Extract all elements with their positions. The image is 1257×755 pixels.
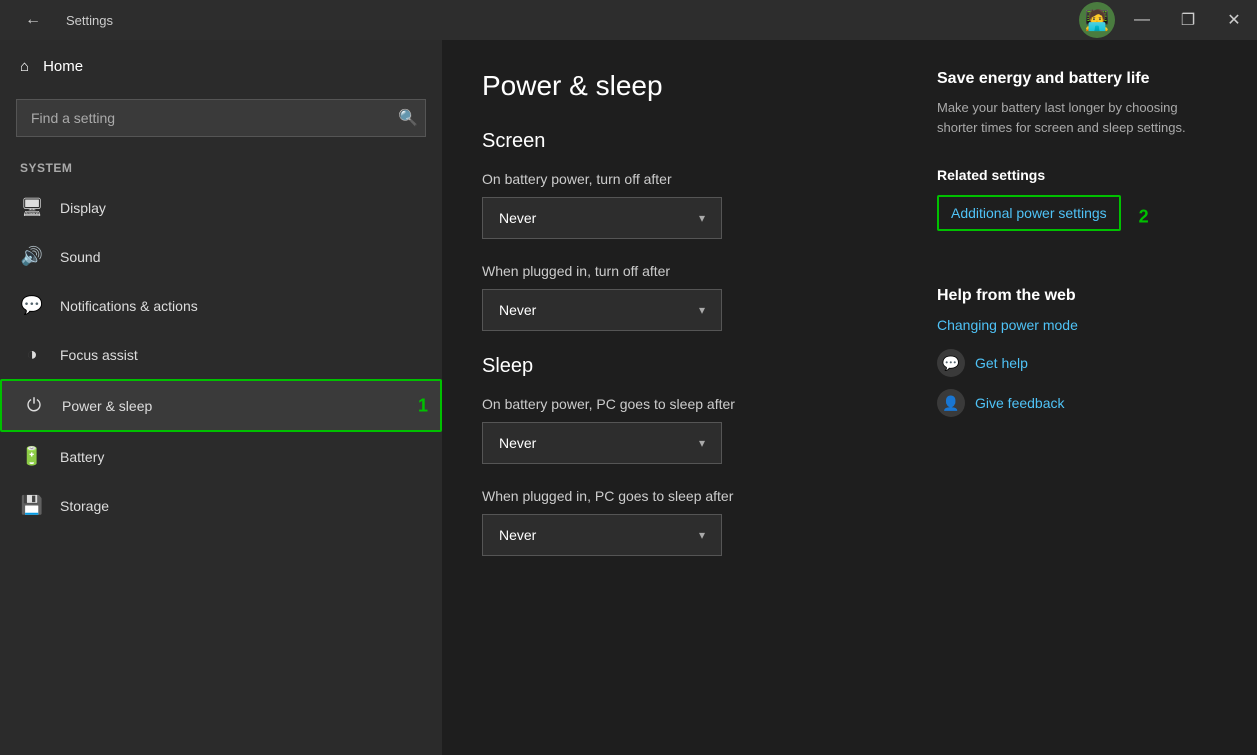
plugged-sleep-label: When plugged in, PC goes to sleep after: [482, 488, 877, 504]
battery-sleep-dropdown[interactable]: Never ▾: [482, 422, 722, 464]
plugged-sleep-dropdown[interactable]: Never ▾: [482, 514, 722, 556]
get-help-action[interactable]: 💬 Get help: [937, 349, 1217, 377]
give-feedback-label: Give feedback: [975, 395, 1065, 411]
plugged-sleep-value: Never: [499, 527, 536, 543]
battery-sleep-label: On battery power, PC goes to sleep after: [482, 396, 877, 412]
home-icon: ⌂: [20, 58, 29, 75]
changing-power-mode-link[interactable]: Changing power mode: [937, 317, 1217, 333]
notifications-icon: 💬: [20, 295, 44, 316]
titlebar-controls: 🧑‍💻 — ❐ ✕: [1079, 0, 1257, 40]
storage-icon: 💾: [20, 495, 44, 516]
badge-1: 1: [418, 395, 428, 416]
page-title: Power & sleep: [482, 70, 877, 102]
get-help-icon: 💬: [937, 349, 965, 377]
content-right: Save energy and battery life Make your b…: [937, 70, 1217, 725]
info-text: Make your battery last longer by choosin…: [937, 98, 1217, 137]
sidebar-item-sound[interactable]: 🔊 Sound: [0, 232, 442, 281]
sidebar-section-label: System: [0, 153, 442, 183]
display-icon: 🖥: [20, 197, 44, 218]
focus-assist-icon: ◑: [20, 344, 44, 365]
minimize-button[interactable]: —: [1119, 0, 1165, 40]
sidebar-item-notifications[interactable]: 💬 Notifications & actions: [0, 281, 442, 330]
main-content: Power & sleep Screen On battery power, t…: [442, 40, 1257, 755]
sidebar-item-focus-assist[interactable]: ◑ Focus assist: [0, 330, 442, 379]
app-body: ⌂ Home 🔍 System 🖥 Display 🔊 Sound 💬 Noti…: [0, 40, 1257, 755]
back-button[interactable]: ←: [10, 0, 56, 40]
sidebar-item-storage-label: Storage: [60, 498, 109, 514]
battery-screen-value: Never: [499, 210, 536, 226]
screen-section-title: Screen: [482, 130, 877, 153]
chevron-down-icon: ▾: [699, 211, 705, 225]
sidebar-item-sound-label: Sound: [60, 249, 100, 265]
content-left: Power & sleep Screen On battery power, t…: [482, 70, 877, 725]
sound-icon: 🔊: [20, 246, 44, 267]
sidebar-item-power-label: Power & sleep: [62, 398, 152, 414]
additional-power-wrapper: Additional power settings 2: [937, 195, 1121, 239]
power-sleep-icon: ⏻: [22, 395, 46, 416]
chevron-down-icon-2: ▾: [699, 303, 705, 317]
sidebar-item-notifications-label: Notifications & actions: [60, 298, 198, 314]
plugged-screen-value: Never: [499, 302, 536, 318]
sleep-section-title: Sleep: [482, 355, 877, 378]
give-feedback-action[interactable]: 👤 Give feedback: [937, 389, 1217, 417]
close-button[interactable]: ✕: [1211, 0, 1257, 40]
window-title: Settings: [66, 13, 113, 28]
titlebar-left: ← Settings: [10, 0, 113, 40]
search-box: 🔍: [16, 99, 426, 137]
chevron-down-icon-3: ▾: [699, 436, 705, 450]
battery-sleep-value: Never: [499, 435, 536, 451]
sidebar-item-focus-label: Focus assist: [60, 347, 138, 363]
sidebar: ⌂ Home 🔍 System 🖥 Display 🔊 Sound 💬 Noti…: [0, 40, 442, 755]
sidebar-item-battery-label: Battery: [60, 449, 104, 465]
battery-screen-dropdown[interactable]: Never ▾: [482, 197, 722, 239]
battery-icon: 🔋: [20, 446, 44, 467]
related-settings-title: Related settings: [937, 167, 1217, 183]
sidebar-item-home[interactable]: ⌂ Home: [0, 40, 442, 93]
search-input[interactable]: [16, 99, 426, 137]
sidebar-item-storage[interactable]: 💾 Storage: [0, 481, 442, 530]
sleep-section: Sleep On battery power, PC goes to sleep…: [482, 355, 877, 556]
battery-screen-label: On battery power, turn off after: [482, 171, 877, 187]
sidebar-item-display[interactable]: 🖥 Display: [0, 183, 442, 232]
titlebar: ← Settings 🧑‍💻 — ❐ ✕: [0, 0, 1257, 40]
plugged-screen-label: When plugged in, turn off after: [482, 263, 877, 279]
info-title: Save energy and battery life: [937, 70, 1217, 88]
get-help-label: Get help: [975, 355, 1028, 371]
sidebar-item-battery[interactable]: 🔋 Battery: [0, 432, 442, 481]
maximize-button[interactable]: ❐: [1165, 0, 1211, 40]
sidebar-item-display-label: Display: [60, 200, 106, 216]
avatar[interactable]: 🧑‍💻: [1079, 2, 1115, 38]
plugged-screen-dropdown[interactable]: Never ▾: [482, 289, 722, 331]
home-label: Home: [43, 58, 83, 75]
badge-2: 2: [1139, 207, 1149, 228]
give-feedback-icon: 👤: [937, 389, 965, 417]
search-button[interactable]: 🔍: [398, 108, 418, 128]
additional-power-settings-link[interactable]: Additional power settings: [937, 195, 1121, 231]
help-title: Help from the web: [937, 287, 1217, 305]
sidebar-item-power-sleep[interactable]: ⏻ Power & sleep 1: [0, 379, 442, 432]
chevron-down-icon-4: ▾: [699, 528, 705, 542]
